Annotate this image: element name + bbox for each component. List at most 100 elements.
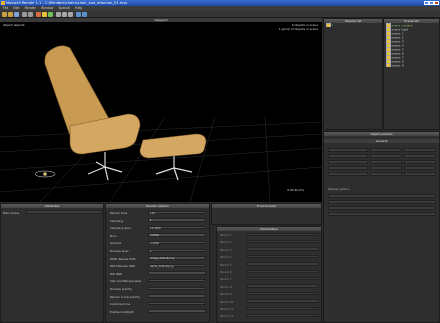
render-option-field[interactable] bbox=[148, 286, 206, 290]
ottoman-model[interactable] bbox=[139, 133, 207, 181]
render-option-field[interactable] bbox=[148, 278, 206, 283]
view-icon[interactable] bbox=[76, 12, 81, 17]
param-cell[interactable] bbox=[370, 166, 402, 170]
param-cell[interactable] bbox=[370, 172, 402, 176]
param-cell[interactable] bbox=[328, 148, 368, 152]
parameter-field[interactable] bbox=[247, 232, 319, 236]
parameter-label: Param 10 bbox=[220, 299, 234, 304]
parameters-panel: Parameters Param 1 Param 2 Param 3 Param 4 P… bbox=[216, 226, 322, 323]
render-option-field[interactable] bbox=[148, 294, 206, 298]
parameter-field[interactable] bbox=[247, 247, 319, 251]
param-cell[interactable] bbox=[328, 172, 368, 176]
param-cell[interactable] bbox=[328, 160, 368, 164]
close-button[interactable] bbox=[434, 1, 439, 5]
camera-icon[interactable] bbox=[48, 12, 53, 17]
display-option[interactable] bbox=[328, 206, 436, 210]
parameter-field[interactable] bbox=[247, 291, 319, 296]
param-cell[interactable] bbox=[404, 160, 436, 164]
scene-item[interactable]: object_9 bbox=[384, 63, 439, 67]
object-params-panel: Object params General Display options bbox=[323, 131, 440, 323]
attributes-selector[interactable] bbox=[26, 210, 102, 214]
render-option-value: 15.0000 bbox=[150, 226, 161, 230]
viewport-info: 0 objects in scene 1 group of objects in… bbox=[278, 23, 318, 31]
parameter-field[interactable] bbox=[247, 306, 319, 310]
3d-viewport[interactable]: Viewport Object objects 0 objects in sce… bbox=[0, 18, 322, 202]
render-option-field[interactable]: image_default.png bbox=[148, 256, 206, 260]
light-icon[interactable] bbox=[42, 12, 47, 17]
chair-model[interactable] bbox=[44, 45, 141, 181]
rotate-icon[interactable] bbox=[62, 12, 67, 17]
param-cell[interactable] bbox=[404, 148, 436, 152]
display-options-label: Display options bbox=[328, 187, 350, 191]
param-cell[interactable] bbox=[404, 154, 436, 158]
parameter-field[interactable] bbox=[247, 262, 319, 266]
render-option-field[interactable] bbox=[148, 309, 206, 313]
objects-root[interactable]: * bbox=[324, 23, 382, 27]
redo-icon[interactable] bbox=[28, 12, 33, 17]
param-cell[interactable] bbox=[370, 154, 402, 158]
parameter-label: Param 2 bbox=[220, 240, 232, 245]
general-section-header[interactable]: General bbox=[324, 139, 439, 143]
viewport-fps: 0.00 fps 0% bbox=[287, 188, 304, 192]
param-cell[interactable] bbox=[370, 160, 402, 164]
light-gizmo-icon[interactable] bbox=[34, 170, 56, 178]
app-icon bbox=[1, 1, 5, 5]
new-scene-icon[interactable] bbox=[2, 12, 7, 17]
render-option-field[interactable]: 0.8000 bbox=[148, 233, 206, 237]
parameter-field[interactable] bbox=[247, 254, 319, 259]
render-option-label: MXI Path bbox=[110, 271, 123, 276]
param-cell[interactable] bbox=[404, 166, 436, 170]
open-icon[interactable] bbox=[8, 12, 13, 17]
render-option-label: Command line bbox=[110, 302, 131, 307]
parameter-label: Param 1 bbox=[220, 233, 232, 237]
environment-panel: Environment bbox=[211, 203, 322, 225]
render-option-field[interactable]: 120 bbox=[148, 210, 206, 215]
render-option-label: Render time bbox=[110, 211, 128, 215]
render-option-field[interactable]: 1 bbox=[148, 218, 206, 222]
menu-help[interactable]: Help bbox=[75, 6, 82, 10]
param-cell[interactable] bbox=[370, 148, 402, 152]
parameter-field[interactable] bbox=[247, 269, 319, 273]
parameter-label: Param 8 bbox=[220, 284, 232, 289]
render-option-label: Skip low Mat previews bbox=[110, 279, 142, 284]
attributes-header: Attributes bbox=[1, 204, 103, 208]
menu-file[interactable]: File bbox=[3, 6, 8, 10]
parameter-field[interactable] bbox=[247, 276, 319, 281]
render-option-field[interactable]: alpha_default.png bbox=[148, 263, 206, 268]
render-option-field[interactable]: 1 bbox=[148, 248, 206, 253]
render-option-value: 0.8000 bbox=[150, 234, 160, 238]
parameter-label: Param 9 bbox=[220, 292, 232, 297]
render-option-value: image_default.png bbox=[150, 257, 175, 261]
undo-icon[interactable] bbox=[22, 12, 27, 17]
parameter-field[interactable] bbox=[247, 284, 319, 288]
menu-window[interactable]: Window bbox=[41, 6, 54, 10]
attributes-panel: Attributes Main Scene bbox=[0, 203, 104, 323]
render-option-field[interactable] bbox=[148, 301, 206, 306]
display-option[interactable] bbox=[328, 212, 436, 216]
scale-icon[interactable] bbox=[68, 12, 73, 17]
save-icon[interactable] bbox=[14, 12, 19, 17]
viewport-canvas[interactable] bbox=[0, 22, 322, 202]
render-option-label: Sampling bbox=[110, 218, 124, 223]
menu-special[interactable]: Special bbox=[59, 6, 71, 10]
menu-edit[interactable]: Edit bbox=[13, 6, 19, 10]
param-cell[interactable] bbox=[328, 154, 368, 158]
menu-render[interactable]: Render bbox=[25, 6, 36, 10]
parameter-label: Param 5 bbox=[220, 262, 232, 267]
param-cell[interactable] bbox=[404, 172, 436, 176]
move-icon[interactable] bbox=[56, 12, 61, 17]
render-option-label: Burn bbox=[110, 233, 117, 238]
param-cell[interactable] bbox=[328, 166, 368, 170]
parameter-field[interactable] bbox=[247, 313, 319, 318]
render-option-label: Preview priority bbox=[110, 287, 132, 291]
parameters-header: Parameters bbox=[217, 227, 321, 231]
display-option[interactable] bbox=[328, 200, 436, 204]
parameter-field[interactable] bbox=[247, 239, 319, 244]
render-option-field[interactable]: 2.2000 bbox=[148, 240, 206, 245]
display-option[interactable] bbox=[328, 194, 436, 198]
zoom-icon[interactable] bbox=[82, 12, 87, 17]
render-icon[interactable] bbox=[36, 12, 41, 17]
render-option-field[interactable]: 15.0000 bbox=[148, 225, 206, 230]
render-option-field[interactable] bbox=[148, 271, 206, 275]
parameter-field[interactable] bbox=[247, 299, 319, 303]
